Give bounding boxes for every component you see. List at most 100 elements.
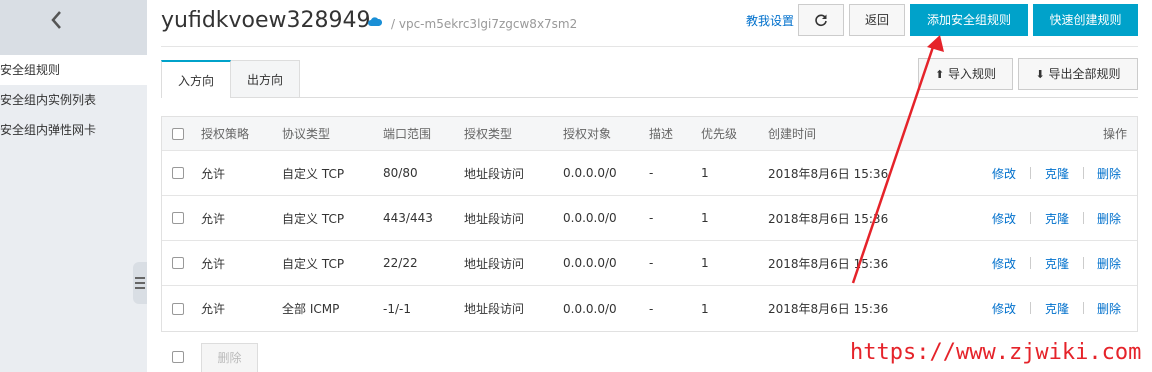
separator <box>1030 167 1031 179</box>
back-arrow-icon[interactable] <box>47 9 67 31</box>
cell-policy: 允许 <box>201 256 226 271</box>
cell-created: 2018年8月6日 15:36 <box>768 166 889 181</box>
row-checkbox[interactable] <box>172 167 184 179</box>
cloud-icon <box>368 17 382 26</box>
cell-object: 0.0.0.0/0 <box>563 256 617 270</box>
back-button[interactable]: 返回 <box>849 4 905 36</box>
col-auth-type: 授权类型 <box>464 127 513 141</box>
cell-policy: 允许 <box>201 166 226 181</box>
delete-link[interactable]: 删除 <box>1097 196 1121 240</box>
cell-created: 2018年8月6日 15:36 <box>768 302 889 316</box>
separator <box>1083 257 1084 269</box>
edit-link[interactable]: 修改 <box>992 196 1016 240</box>
col-desc: 描述 <box>649 127 674 141</box>
select-all-checkbox[interactable] <box>172 127 184 140</box>
cell-created: 2018年8月6日 15:36 <box>768 211 889 226</box>
separator <box>1083 212 1084 224</box>
add-rule-button[interactable]: 添加安全组规则 <box>910 4 1028 36</box>
table-row: 允许 自定义 TCP 443/443 地址段访问 0.0.0.0/0 - 1 2… <box>162 196 1137 241</box>
cell-port: 80/80 <box>383 166 418 180</box>
upload-icon: ⬆ <box>934 68 945 81</box>
separator <box>1030 257 1031 269</box>
clone-link[interactable]: 克隆 <box>1045 241 1069 285</box>
col-object: 授权对象 <box>563 127 612 141</box>
cell-priority: 1 <box>701 256 709 270</box>
col-priority: 优先级 <box>701 127 738 141</box>
clone-link[interactable]: 克隆 <box>1045 196 1069 240</box>
separator <box>1083 302 1084 314</box>
cell-desc: - <box>649 211 654 225</box>
quick-create-button[interactable]: 快速创建规则 <box>1033 4 1138 36</box>
cell-port: -1/-1 <box>383 301 411 316</box>
bulk-select-checkbox[interactable] <box>172 351 184 363</box>
cell-port: 22/22 <box>383 256 418 270</box>
col-created: 创建时间 <box>768 127 817 141</box>
header-divider <box>161 46 1138 47</box>
watermark-url: https://www.zjwiki.com <box>850 340 1142 365</box>
cell-policy: 允许 <box>201 211 226 226</box>
sidebar-item-instances[interactable]: 安全组内实例列表 <box>0 85 147 115</box>
rules-table: 授权策略 协议类型 端口范围 授权类型 授权对象 描述 优先级 创建时间 操作 … <box>161 116 1138 332</box>
cell-protocol: 自定义 TCP <box>282 211 345 226</box>
cell-port: 443/443 <box>383 211 433 225</box>
cell-protocol: 自定义 TCP <box>282 166 345 181</box>
cell-desc: - <box>649 166 654 180</box>
clone-link[interactable]: 克隆 <box>1045 151 1069 195</box>
cell-priority: 1 <box>701 301 709 316</box>
cell-protocol: 全部 ICMP <box>282 302 340 316</box>
tab-outbound[interactable]: 出方向 <box>231 60 300 98</box>
tab-divider <box>300 97 1138 98</box>
table-row: 允许 自定义 TCP 22/22 地址段访问 0.0.0.0/0 - 1 201… <box>162 241 1137 286</box>
sidebar: 安全组规则 安全组内实例列表 安全组内弹性网卡 <box>0 0 147 372</box>
col-port: 端口范围 <box>383 127 432 141</box>
page-title: yufidkvoew328949 <box>161 8 371 33</box>
sidebar-item-eni[interactable]: 安全组内弹性网卡 <box>0 115 147 145</box>
row-checkbox[interactable] <box>172 257 184 269</box>
separator <box>1083 167 1084 179</box>
vpc-id: / vpc-m5ekrc3lgi7zgcw8x7sm2 <box>391 17 578 31</box>
clone-link[interactable]: 克隆 <box>1045 286 1069 331</box>
sidebar-collapse-toggle[interactable] <box>133 262 147 304</box>
edit-link[interactable]: 修改 <box>992 151 1016 195</box>
cell-protocol: 自定义 TCP <box>282 256 345 271</box>
row-checkbox[interactable] <box>172 302 184 315</box>
help-link[interactable]: 教我设置 <box>746 12 794 29</box>
export-rules-button[interactable]: ⬇ 导出全部规则 <box>1018 58 1138 90</box>
delete-link[interactable]: 删除 <box>1097 241 1121 285</box>
edit-link[interactable]: 修改 <box>992 241 1016 285</box>
sidebar-header <box>0 0 147 55</box>
cell-priority: 1 <box>701 211 709 225</box>
refresh-icon <box>815 14 827 27</box>
cell-object: 0.0.0.0/0 <box>563 166 617 180</box>
import-rules-button[interactable]: ⬆ 导入规则 <box>918 58 1013 90</box>
sidebar-item-rules[interactable]: 安全组规则 <box>0 55 147 85</box>
cell-created: 2018年8月6日 15:36 <box>768 256 889 271</box>
delete-link[interactable]: 删除 <box>1097 286 1121 331</box>
delete-link[interactable]: 删除 <box>1097 151 1121 195</box>
cell-auth-type: 地址段访问 <box>464 302 525 316</box>
col-protocol: 协议类型 <box>282 127 331 141</box>
tab-inbound[interactable]: 入方向 <box>161 60 231 98</box>
cell-object: 0.0.0.0/0 <box>563 211 617 225</box>
cell-auth-type: 地址段访问 <box>464 256 525 271</box>
table-row: 允许 全部 ICMP -1/-1 地址段访问 0.0.0.0/0 - 1 201… <box>162 286 1137 331</box>
cell-desc: - <box>649 256 654 270</box>
refresh-button[interactable] <box>798 4 844 36</box>
row-checkbox[interactable] <box>172 212 184 224</box>
table-header-row: 授权策略 协议类型 端口范围 授权类型 授权对象 描述 优先级 创建时间 操作 <box>162 117 1137 151</box>
edit-link[interactable]: 修改 <box>992 286 1016 331</box>
cell-auth-type: 地址段访问 <box>464 211 525 226</box>
table-row: 允许 自定义 TCP 80/80 地址段访问 0.0.0.0/0 - 1 201… <box>162 151 1137 196</box>
col-actions: 操作 <box>1102 127 1127 141</box>
import-rules-label: 导入规则 <box>948 67 997 81</box>
download-icon: ⬇ <box>1035 68 1045 81</box>
separator <box>1030 212 1031 224</box>
bulk-delete-button: 删除 <box>201 343 258 372</box>
col-policy: 授权策略 <box>201 127 250 141</box>
cell-priority: 1 <box>701 166 709 180</box>
separator <box>1030 302 1031 314</box>
cell-auth-type: 地址段访问 <box>464 166 525 181</box>
cell-policy: 允许 <box>201 302 226 316</box>
list-icon <box>135 277 145 289</box>
cell-object: 0.0.0.0/0 <box>563 301 617 316</box>
